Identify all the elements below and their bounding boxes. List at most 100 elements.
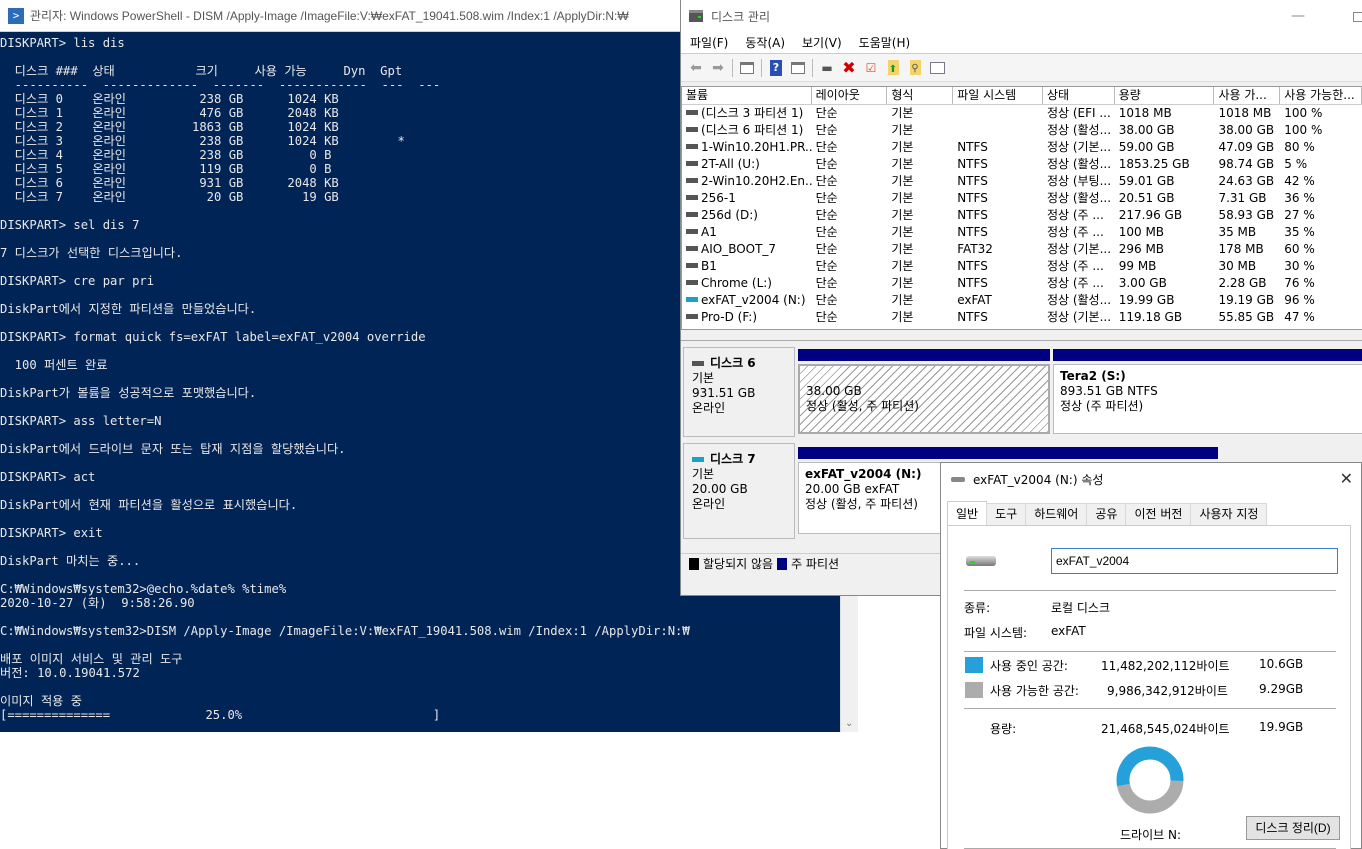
column-header-percent-free[interactable]: 사용 가능한... (1280, 87, 1362, 104)
volume-percent-free: 76 % (1284, 276, 1315, 290)
partition-disk6-1[interactable]: 38.00 GB 정상 (활성, 주 파티션) (798, 349, 1050, 435)
tab-customize[interactable]: 사용자 지정 (1190, 503, 1268, 525)
table-row[interactable]: 1-Win10.20H1.PR... 단순 기본 NTFS 정상 (기본... 59.00… (682, 139, 1362, 156)
volume-status: 정상 (부팅... (1046, 174, 1112, 188)
delete-icon[interactable]: ✖ (838, 57, 860, 79)
disk-6-label[interactable]: 디스크 6 기본 931.51 GB 온라인 (683, 347, 795, 437)
help-icon[interactable]: ? (765, 57, 787, 79)
menu-action[interactable]: 동작(A) (736, 34, 793, 51)
table-row[interactable]: 2T-All (U:) 단순 기본 NTFS 정상 (활성... 1853.25 GB 98… (682, 156, 1362, 173)
volume-layout: 단순 (815, 174, 838, 188)
divider (964, 708, 1336, 709)
volume-name-text: 256-1 (701, 191, 736, 205)
volume-name-text: A1 (701, 225, 717, 239)
menu-file[interactable]: 파일(F) (681, 34, 736, 51)
volume-name: A1 (682, 224, 812, 241)
checklist-icon[interactable] (926, 57, 948, 79)
tab-tools[interactable]: 도구 (986, 503, 1027, 525)
disk-7-label[interactable]: 디스크 7 기본 20.00 GB 온라인 (683, 443, 795, 539)
volume-name-text: 1-Win10.20H1.PR... (701, 140, 812, 154)
volume-name: B1 (682, 258, 812, 275)
volume-filesystem: NTFS (957, 310, 988, 324)
folder-search-icon[interactable]: ⚲ (904, 57, 926, 79)
volume-status: 정상 (주 ... (1046, 276, 1104, 290)
volume-free-space: 7.31 GB (1218, 191, 1267, 205)
volume-status: 정상 (기본... (1046, 140, 1112, 154)
table-row[interactable]: AIO_BOOT_7 단순 기본 FAT32 정상 (기본... 296 MB 178 MB… (682, 241, 1362, 258)
close-icon[interactable]: ✕ (1340, 469, 1353, 488)
primary-partition-swatch (777, 557, 788, 570)
volume-status: 정상 (기본... (1046, 242, 1112, 256)
volume-filesystem (953, 105, 1043, 122)
partition-body: Tera2 (S:) 893.51 GB NTFS 정상 (주 파티션) (1053, 364, 1362, 434)
properties-icon[interactable]: ☑ (860, 57, 882, 79)
volume-capacity: 3.00 GB (1118, 276, 1167, 290)
volume-free-space: 55.85 GB (1218, 310, 1275, 324)
volume-icon (686, 195, 698, 200)
volume-status: 정상 (EFI ... (1046, 106, 1111, 120)
volume-name-text: B1 (701, 259, 717, 273)
disk-cleanup-button[interactable]: 디스크 정리(D) (1246, 816, 1340, 840)
divider (964, 590, 1336, 591)
toolbar-separator (761, 58, 762, 77)
table-row[interactable]: 256d (D:) 단순 기본 NTFS 정상 (주 ... 217.96 GB 58.93… (682, 207, 1362, 224)
volume-name-text: exFAT_v2004 (N:) (701, 293, 806, 307)
volume-capacity: 99 MB (1118, 259, 1157, 273)
properties-titlebar[interactable]: exFAT_v2004 (N:) 속성 ✕ (941, 463, 1361, 495)
volume-type: 기본 (891, 106, 914, 120)
table-row[interactable]: A1 단순 기본 NTFS 정상 (주 ... 100 MB 35 MB 35 % (682, 224, 1362, 241)
volume-status: 정상 (활성... (1046, 191, 1112, 205)
folder-up-icon[interactable]: ⬆ (882, 57, 904, 79)
volume-free-space: 178 MB (1218, 242, 1264, 256)
tab-hardware[interactable]: 하드웨어 (1025, 503, 1088, 525)
tab-general[interactable]: 일반 (947, 501, 988, 525)
volume-label-input[interactable] (1051, 548, 1338, 574)
menu-view[interactable]: 보기(V) (793, 34, 850, 51)
maximize-button[interactable] (1353, 12, 1362, 22)
disk-management-titlebar[interactable]: 디스크 관리 — (681, 0, 1362, 32)
menu-help[interactable]: 도움말(H) (850, 34, 919, 51)
used-space-arc (1116, 746, 1184, 787)
disk-size: 20.00 GB (692, 482, 748, 496)
console-tree-icon[interactable] (736, 57, 758, 79)
column-header-type[interactable]: 형식 (887, 87, 954, 104)
volume-status: 정상 (주 ... (1046, 208, 1104, 222)
scroll-down-icon[interactable]: ⌄ (845, 718, 853, 729)
table-row[interactable]: Chrome (L:) 단순 기본 NTFS 정상 (주 ... 3.00 GB 2.28 … (682, 275, 1362, 292)
table-row[interactable]: (디스크 3 파티션 1) 단순 기본 정상 (EFI ... 1018 MB 1018 … (682, 105, 1362, 122)
column-header-status[interactable]: 상태 (1043, 87, 1115, 104)
column-header-filesystem[interactable]: 파일 시스템 (953, 87, 1043, 104)
tab-sharing[interactable]: 공유 (1086, 503, 1127, 525)
properties-title: exFAT_v2004 (N:) 속성 (973, 472, 1104, 487)
console-line: 버전: 10.0.19041.572 (0, 666, 140, 680)
partition-bar (1053, 349, 1362, 361)
column-header-volume[interactable]: 볼륨 (682, 87, 812, 104)
table-row[interactable]: exFAT_v2004 (N:) 단순 기본 exFAT 정상 (활성... 19.99 … (682, 292, 1362, 309)
volume-capacity: 59.00 GB (1118, 140, 1175, 154)
table-row[interactable]: (디스크 6 파티션 1) 단순 기본 정상 (활성... 38.00 GB 38.00 … (682, 122, 1362, 139)
tab-previous-versions[interactable]: 이전 버전 (1125, 503, 1192, 525)
table-row[interactable]: 256-1 단순 기본 NTFS 정상 (활성... 20.51 GB 7.31 GB 36 … (682, 190, 1362, 207)
column-header-capacity[interactable]: 용량 (1115, 87, 1215, 104)
back-arrow-icon[interactable]: ⬅ (685, 57, 707, 79)
minimize-button[interactable]: — (1291, 8, 1307, 24)
volume-capacity: 59.01 GB (1118, 174, 1175, 188)
partition-disk6-2[interactable]: Tera2 (S:) 893.51 GB NTFS 정상 (주 파티션) (1053, 349, 1362, 435)
table-row[interactable]: Pro-D (F:) 단순 기본 NTFS 정상 (기본... 119.18 GB 55.8… (682, 309, 1362, 326)
table-row[interactable]: B1 단순 기본 NTFS 정상 (주 ... 99 MB 30 MB 30 % (682, 258, 1362, 275)
disk-icon (692, 361, 704, 366)
table-row[interactable]: 2-Win10.20H2.En... 단순 기본 NTFS 정상 (부팅... 59.01… (682, 173, 1362, 190)
free-space-bytes: 9,986,342,912바이트 (1107, 684, 1228, 698)
disk-state: 온라인 (692, 497, 726, 511)
action-pane-icon[interactable] (787, 57, 809, 79)
volume-layout: 단순 (815, 276, 838, 290)
volume-free-space: 19.19 GB (1218, 293, 1275, 307)
volume-free-space: 24.63 GB (1218, 174, 1275, 188)
volume-percent-free: 35 % (1284, 225, 1315, 239)
column-header-free-space[interactable]: 사용 가... (1214, 87, 1281, 104)
volume-icon (686, 280, 698, 285)
forward-arrow-icon[interactable]: ➡ (707, 57, 729, 79)
connect-disk-icon[interactable]: ▬ (816, 57, 838, 79)
filesystem-label: 파일 시스템: (964, 626, 1028, 640)
column-header-layout[interactable]: 레이아웃 (812, 87, 888, 104)
